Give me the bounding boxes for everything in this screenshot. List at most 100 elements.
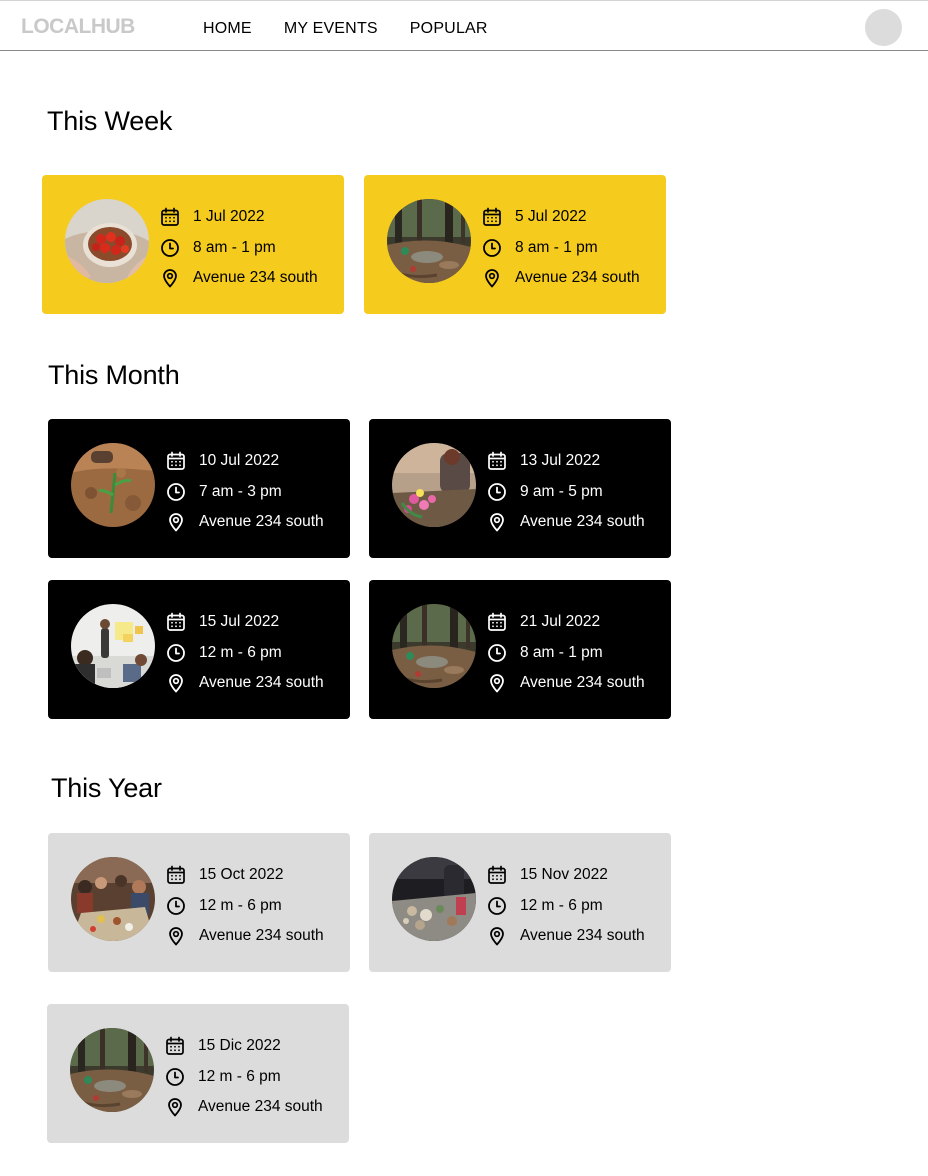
event-date: 15 Nov 2022: [520, 866, 608, 884]
event-card-year-3[interactable]: 15 Dic 2022 12 m - 6 pm Avenue 234 south: [47, 1004, 349, 1143]
clock-icon: [482, 238, 502, 258]
location-pin-icon: [487, 512, 507, 532]
event-time-row: 12 m - 6 pm: [487, 891, 645, 922]
event-location: Avenue 234 south: [515, 269, 640, 287]
calendar-icon: [166, 865, 186, 885]
event-date-row: 10 Jul 2022: [166, 446, 324, 477]
location-pin-icon: [487, 926, 507, 946]
event-card-month-4[interactable]: 21 Jul 2022 8 am - 1 pm Avenue 234 south: [369, 580, 671, 719]
event-time-row: 12 m - 6 pm: [166, 891, 324, 922]
event-date: 10 Jul 2022: [199, 452, 280, 470]
event-details: 15 Jul 2022 12 m - 6 pm Avenue 234 south: [166, 607, 324, 699]
event-card-year-2[interactable]: 15 Nov 2022 12 m - 6 pm Avenue 234 south: [369, 833, 671, 972]
event-card-week-2[interactable]: 5 Jul 2022 8 am - 1 pm Avenue 234 south: [364, 175, 666, 314]
event-date-row: 15 Nov 2022: [487, 860, 645, 891]
event-details: 15 Nov 2022 12 m - 6 pm Avenue 234 south: [487, 860, 645, 952]
event-location: Avenue 234 south: [520, 674, 645, 692]
event-date: 13 Jul 2022: [520, 452, 601, 470]
event-details: 10 Jul 2022 7 am - 3 pm Avenue 234 south: [166, 446, 324, 538]
event-date: 21 Jul 2022: [520, 613, 601, 631]
event-time: 12 m - 6 pm: [520, 896, 603, 914]
event-location-row: Avenue 234 south: [487, 668, 645, 699]
event-card-month-1[interactable]: 10 Jul 2022 7 am - 3 pm Avenue 234 south: [48, 419, 350, 558]
event-thumbnail: [71, 443, 155, 527]
event-location-row: Avenue 234 south: [482, 263, 640, 294]
calendar-icon: [165, 1036, 185, 1056]
event-time: 8 am - 1 pm: [515, 238, 598, 256]
event-time-row: 9 am - 5 pm: [487, 477, 645, 508]
event-date-row: 21 Jul 2022: [487, 607, 645, 638]
event-location: Avenue 234 south: [520, 927, 645, 945]
event-location: Avenue 234 south: [199, 927, 324, 945]
main-menu: HOME MY EVENTS POPULAR: [203, 20, 488, 38]
event-thumbnail: [392, 443, 476, 527]
clock-icon: [166, 482, 186, 502]
clock-icon: [487, 896, 507, 916]
event-details: 21 Jul 2022 8 am - 1 pm Avenue 234 south: [487, 607, 645, 699]
location-pin-icon: [166, 673, 186, 693]
event-location-row: Avenue 234 south: [165, 1092, 323, 1123]
event-date-row: 15 Oct 2022: [166, 860, 324, 891]
event-thumbnail: [387, 199, 471, 283]
nav-item-popular[interactable]: POPULAR: [410, 20, 488, 38]
clock-icon: [165, 1067, 185, 1087]
event-location: Avenue 234 south: [199, 674, 324, 692]
event-thumbnail: [65, 199, 149, 283]
event-location-row: Avenue 234 south: [166, 921, 324, 952]
event-location-row: Avenue 234 south: [166, 507, 324, 538]
event-time: 12 m - 6 pm: [199, 896, 282, 914]
location-pin-icon: [482, 268, 502, 288]
event-location-row: Avenue 234 south: [487, 921, 645, 952]
event-time: 8 am - 1 pm: [520, 643, 603, 661]
event-thumbnail: [392, 857, 476, 941]
calendar-icon: [487, 865, 507, 885]
event-details: 13 Jul 2022 9 am - 5 pm Avenue 234 south: [487, 446, 645, 538]
event-details: 1 Jul 2022 8 am - 1 pm Avenue 234 south: [160, 202, 318, 294]
app-logo[interactable]: LOCALHUB: [21, 15, 135, 39]
event-date: 15 Jul 2022: [199, 613, 280, 631]
event-card-year-1[interactable]: 15 Oct 2022 12 m - 6 pm Avenue 234 south: [48, 833, 350, 972]
event-card-month-3[interactable]: 15 Jul 2022 12 m - 6 pm Avenue 234 south: [48, 580, 350, 719]
event-location-row: Avenue 234 south: [166, 668, 324, 699]
section-title-this-year: This Year: [51, 773, 162, 803]
event-location: Avenue 234 south: [198, 1098, 323, 1116]
event-date: 5 Jul 2022: [515, 208, 587, 226]
section-title-this-week: This Week: [47, 106, 173, 136]
clock-icon: [487, 643, 507, 663]
event-time: 12 m - 6 pm: [198, 1067, 281, 1085]
section-title-this-month: This Month: [48, 360, 180, 390]
clock-icon: [166, 643, 186, 663]
event-details: 15 Oct 2022 12 m - 6 pm Avenue 234 south: [166, 860, 324, 952]
user-avatar[interactable]: [865, 9, 902, 46]
clock-icon: [166, 896, 186, 916]
event-location: Avenue 234 south: [520, 513, 645, 531]
event-date-row: 15 Dic 2022: [165, 1031, 323, 1062]
calendar-icon: [482, 207, 502, 227]
event-thumbnail: [71, 604, 155, 688]
event-time: 9 am - 5 pm: [520, 482, 603, 500]
event-time-row: 8 am - 1 pm: [482, 233, 640, 264]
event-location-row: Avenue 234 south: [487, 507, 645, 538]
event-thumbnail: [70, 1028, 154, 1112]
nav-item-home[interactable]: HOME: [203, 20, 252, 38]
event-details: 15 Dic 2022 12 m - 6 pm Avenue 234 south: [165, 1031, 323, 1123]
event-card-month-2[interactable]: 13 Jul 2022 9 am - 5 pm Avenue 234 south: [369, 419, 671, 558]
location-pin-icon: [160, 268, 180, 288]
event-date: 15 Dic 2022: [198, 1037, 281, 1055]
location-pin-icon: [487, 673, 507, 693]
calendar-icon: [166, 612, 186, 632]
event-location-row: Avenue 234 south: [160, 263, 318, 294]
event-location: Avenue 234 south: [193, 269, 318, 287]
event-thumbnail: [71, 857, 155, 941]
event-date-row: 15 Jul 2022: [166, 607, 324, 638]
clock-icon: [160, 238, 180, 258]
event-date-row: 1 Jul 2022: [160, 202, 318, 233]
event-date-row: 5 Jul 2022: [482, 202, 640, 233]
event-time-row: 12 m - 6 pm: [165, 1062, 323, 1093]
nav-item-my-events[interactable]: MY EVENTS: [284, 20, 378, 38]
event-time-row: 7 am - 3 pm: [166, 477, 324, 508]
event-date: 1 Jul 2022: [193, 208, 265, 226]
location-pin-icon: [166, 512, 186, 532]
event-card-week-1[interactable]: 1 Jul 2022 8 am - 1 pm Avenue 234 south: [42, 175, 344, 314]
clock-icon: [487, 482, 507, 502]
